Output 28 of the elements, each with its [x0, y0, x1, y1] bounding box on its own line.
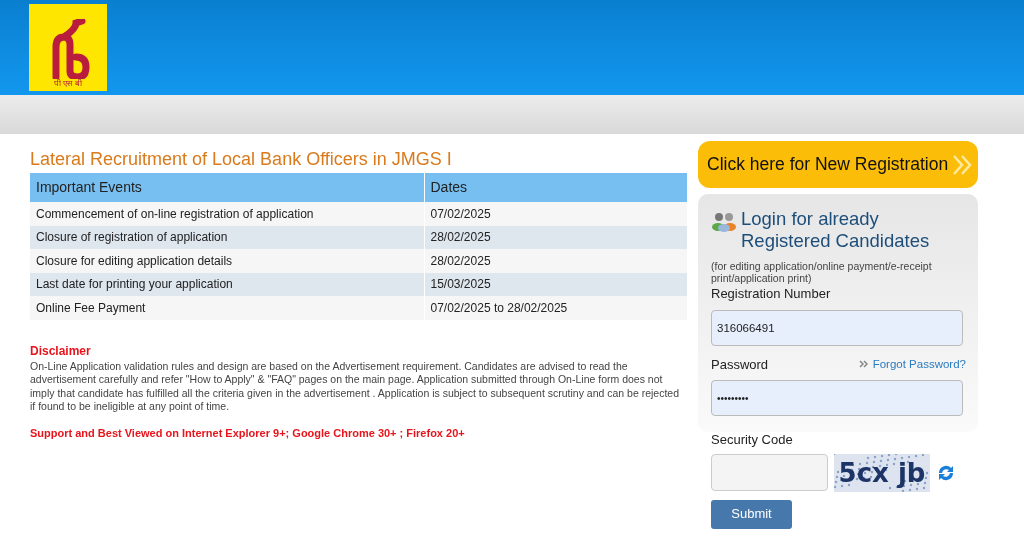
captcha-image: 5cx jb — [834, 453, 930, 492]
column-header: Dates — [424, 173, 688, 202]
security-code-field[interactable] — [711, 454, 828, 491]
submit-button[interactable]: Submit — [711, 499, 792, 529]
disclaimer-heading: Disclaimer — [30, 342, 92, 360]
browser-support-note: Support and Best Viewed on Internet Explorer 9+; Google Chrome 30+ ; Firefox 20+ — [30, 425, 466, 441]
logo-caption: पी एस बी — [53, 79, 83, 89]
table-cell: Online Fee Payment — [30, 296, 424, 320]
double-chevron-icon — [858, 360, 869, 369]
double-chevron-icon — [952, 153, 973, 176]
table-cell: Closure for editing application details — [30, 249, 424, 273]
password-label: Password — [711, 355, 769, 374]
table-cell: Commencement of on-line registration of application — [30, 202, 424, 226]
password-field[interactable]: ••••••••• — [711, 380, 963, 416]
table-cell: 07/02/2025 — [424, 202, 688, 226]
registration-label: Registration Number — [711, 285, 832, 303]
registration-number-field[interactable]: 316066491 — [711, 309, 963, 346]
table-cell: 07/02/2025 to 28/02/2025 — [424, 296, 688, 320]
login-note: (for editing application/online payment/e-receipt print/application print) — [711, 260, 933, 284]
login-title: Login for already Registered Candidates — [741, 208, 931, 252]
security-code-label: Security Code — [711, 431, 794, 449]
users-icon — [711, 210, 737, 232]
disclaimer-text: On-Line Application validation rules and design are based on the Advertisement requirement. Candidates are advised to read the advertisement carefully and refer "How to Apply" & "FAQ" pages on the main page. Application submitted through On-Line form does not imply that candidate has fulfilled all the criteria given in the advertisement . Application is subject to subsequent scrutiny and can be rejected if found to be ineligible at any point of time. — [30, 359, 680, 414]
table-cell: 28/02/2025 — [424, 249, 688, 273]
forgot-password-link[interactable]: Forgot Password? — [872, 355, 966, 373]
new-registration-button[interactable]: Click here for New Registration — [698, 141, 978, 188]
column-header: Important Events — [30, 173, 424, 202]
page-title: Lateral Recruitment of Local Bank Officers in JMGS I — [30, 148, 453, 171]
